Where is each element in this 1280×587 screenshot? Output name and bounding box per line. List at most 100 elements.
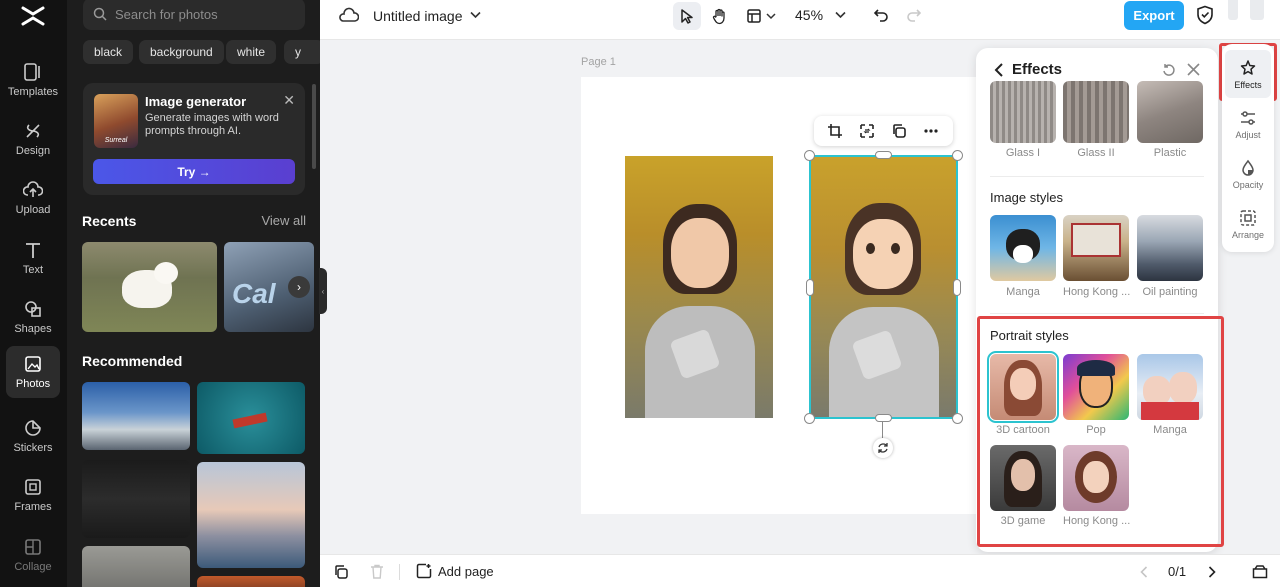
- chevron-right-icon[interactable]: ›: [288, 276, 310, 298]
- canvas-photo-original[interactable]: [625, 156, 773, 418]
- trash-icon[interactable]: [370, 564, 384, 579]
- replace-icon[interactable]: [859, 123, 875, 139]
- chip-background[interactable]: background: [139, 40, 224, 64]
- hand-tool[interactable]: [705, 2, 733, 30]
- effect-glass-2[interactable]: [1063, 81, 1129, 143]
- chip-black[interactable]: black: [83, 40, 134, 64]
- resize-handle-tl[interactable]: [804, 150, 815, 161]
- resize-handle-bottom[interactable]: [875, 414, 892, 422]
- portrait-style-3d-game[interactable]: [990, 445, 1056, 511]
- resize-handle-right[interactable]: [953, 279, 961, 296]
- generator-description: Generate images with word prompts throug…: [145, 112, 279, 137]
- chip-partial[interactable]: y: [284, 40, 320, 64]
- left-rail: Templates Design Upload Text Shapes Phot…: [0, 0, 67, 587]
- close-icon[interactable]: [1187, 63, 1200, 76]
- recommended-photo-dark-texture[interactable]: [82, 460, 190, 538]
- zoom-chevron-down-icon[interactable]: [835, 11, 846, 19]
- rail-photos[interactable]: Photos: [6, 346, 60, 398]
- effect-plastic[interactable]: [1137, 81, 1203, 143]
- recent-photo-dog[interactable]: [82, 242, 217, 332]
- portrait-style-3d-cartoon[interactable]: [987, 351, 1059, 423]
- top-bar: Untitled image 45% Export: [320, 0, 1280, 40]
- chip-white[interactable]: white: [226, 40, 277, 64]
- effect-glass-1[interactable]: [990, 81, 1056, 143]
- image-generator-card: Surreal Image generator Generate images …: [83, 83, 305, 195]
- divider: [990, 313, 1204, 314]
- resize-handle-tr[interactable]: [952, 150, 963, 161]
- hand-icon: [712, 8, 725, 24]
- opacity-icon: [1242, 159, 1254, 176]
- image-style-hong-kong[interactable]: [1063, 215, 1129, 281]
- frames-icon: [25, 479, 41, 495]
- redo-icon[interactable]: [906, 7, 922, 23]
- text-icon: [26, 243, 40, 258]
- reset-icon[interactable]: [1162, 63, 1176, 77]
- crop-icon[interactable]: [827, 123, 843, 139]
- image-style-manga[interactable]: [990, 215, 1056, 281]
- rail-design[interactable]: Design: [6, 113, 60, 165]
- cloud-icon[interactable]: [339, 7, 359, 23]
- select-tool[interactable]: [673, 2, 701, 30]
- portrait-style-label: 3D game: [1000, 515, 1046, 527]
- view-all-link[interactable]: View all: [261, 213, 306, 228]
- collapse-panel-handle[interactable]: ‹: [319, 268, 327, 314]
- add-page-button[interactable]: Add page: [416, 563, 494, 579]
- rail-upload[interactable]: Upload: [6, 172, 60, 224]
- search-box[interactable]: [83, 0, 305, 30]
- shield-icon[interactable]: [1196, 5, 1214, 25]
- rail-text[interactable]: Text: [6, 232, 60, 284]
- duplicate-icon[interactable]: [891, 123, 907, 139]
- rotate-handle[interactable]: [873, 438, 893, 458]
- effect-label: Plastic: [1153, 147, 1187, 159]
- resize-handle-left[interactable]: [806, 279, 814, 296]
- more-icon[interactable]: [923, 123, 939, 139]
- zoom-level[interactable]: 45%: [795, 7, 823, 23]
- duplicate-page-icon[interactable]: [334, 565, 348, 579]
- portrait-style-hong-kong[interactable]: [1063, 445, 1129, 511]
- recommended-photo-temple[interactable]: [82, 546, 190, 587]
- rail-templates[interactable]: Templates: [6, 54, 60, 106]
- image-styles-title: Image styles: [990, 190, 1063, 205]
- search-input[interactable]: [115, 6, 295, 22]
- portrait-style-pop[interactable]: [1063, 354, 1129, 420]
- recommended-photo-city-clouds[interactable]: [82, 382, 190, 450]
- back-icon[interactable]: [994, 63, 1004, 77]
- image-style-label: Manga: [1006, 286, 1040, 298]
- resize-handle-top[interactable]: [875, 151, 892, 159]
- photos-panel: black background white y Surreal Image g…: [67, 0, 320, 587]
- capcut-logo-icon[interactable]: [20, 4, 46, 28]
- recommended-photo-boat[interactable]: [197, 382, 305, 454]
- recommended-photo-skyline[interactable]: [197, 462, 305, 568]
- shapes-icon: [25, 301, 41, 317]
- close-icon[interactable]: ✕: [283, 92, 295, 109]
- chevron-down-icon[interactable]: [470, 11, 481, 19]
- rotate-stem: [882, 422, 883, 438]
- layout-tool[interactable]: [740, 2, 782, 30]
- tool-opacity[interactable]: Opacity: [1222, 150, 1274, 198]
- rail-frames[interactable]: Frames: [6, 469, 60, 521]
- resize-handle-br[interactable]: [952, 413, 963, 424]
- tool-adjust[interactable]: Adjust: [1222, 100, 1274, 148]
- prev-page-icon[interactable]: [1140, 566, 1148, 578]
- panel-scrollbar[interactable]: [312, 84, 316, 169]
- arrange-icon: [1240, 209, 1256, 226]
- next-page-icon[interactable]: [1208, 566, 1216, 578]
- upload-icon: [23, 181, 43, 197]
- export-button[interactable]: Export: [1124, 1, 1184, 30]
- rail-shapes[interactable]: Shapes: [6, 291, 60, 343]
- portrait-style-manga[interactable]: [1137, 354, 1203, 420]
- document-title[interactable]: Untitled image: [373, 8, 463, 24]
- undo-icon[interactable]: [873, 7, 889, 23]
- floating-toolbar: [814, 116, 953, 146]
- effects-panel: Effects Glass I Glass II Plastic Image s…: [976, 48, 1218, 552]
- recommended-photo-food[interactable]: [197, 576, 305, 587]
- pages-panel-icon[interactable]: [1252, 564, 1268, 579]
- page-count: 0/1: [1168, 564, 1187, 579]
- tool-effects[interactable]: Effects: [1225, 50, 1271, 98]
- rail-stickers[interactable]: Stickers: [6, 410, 60, 462]
- resize-handle-bl[interactable]: [804, 413, 815, 424]
- image-style-oil-painting[interactable]: [1137, 215, 1203, 281]
- tool-arrange[interactable]: Arrange: [1222, 200, 1274, 248]
- try-button[interactable]: Try →: [93, 159, 295, 184]
- rail-collage[interactable]: Collage: [6, 529, 60, 581]
